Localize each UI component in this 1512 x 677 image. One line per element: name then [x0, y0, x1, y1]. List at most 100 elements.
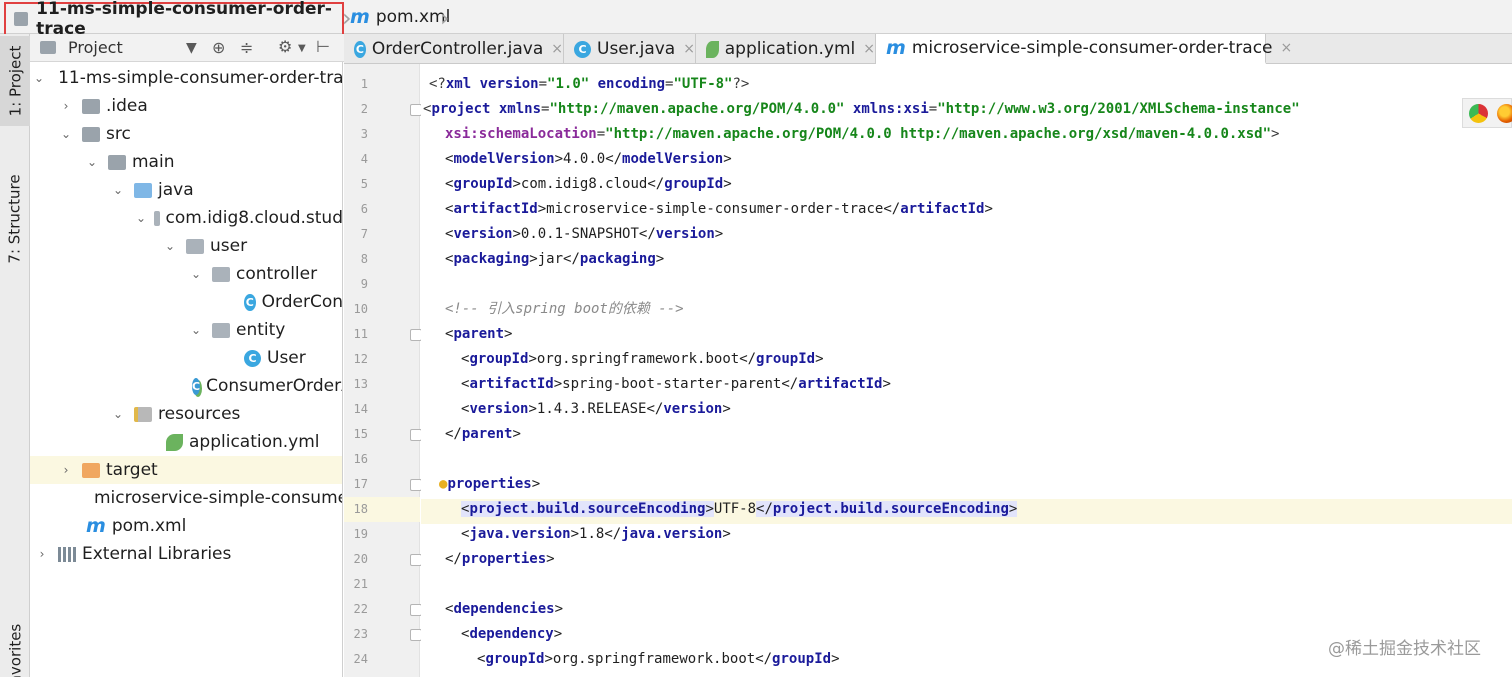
line-number: 23 [353, 627, 368, 641]
tree-item-application-class[interactable]: C ConsumerOrderA [30, 372, 342, 400]
collapsed-arrow-icon[interactable]: › [58, 463, 74, 477]
collapsed-arrow-icon[interactable]: › [34, 547, 50, 561]
tree-item-iml[interactable]: microservice-simple-consumer [30, 484, 342, 512]
expanded-arrow-icon[interactable]: ⌄ [110, 183, 126, 197]
line-number: 24 [353, 652, 368, 666]
view-dropdown-icon[interactable]: ▼ [186, 40, 197, 56]
class-icon: C [354, 40, 366, 58]
spring-yml-icon [166, 433, 183, 451]
breadcrumb-project[interactable]: 11-ms-simple-consumer-order-trace [4, 0, 344, 39]
project-panel-title[interactable]: Project [68, 38, 123, 57]
tree-item-controller[interactable]: ⌄ controller [30, 260, 342, 288]
code-line-15: </parent> [445, 426, 521, 442]
tree-item-main[interactable]: ⌄ main [30, 148, 342, 176]
line-number: 20 [353, 552, 368, 566]
expanded-arrow-icon[interactable]: ⌄ [84, 155, 100, 169]
code-line-23: <dependency> [461, 626, 563, 642]
expanded-arrow-icon[interactable]: ⌄ [110, 407, 126, 421]
tree-item-user-class[interactable]: C User [30, 344, 342, 372]
expanded-arrow-icon[interactable]: ⌄ [34, 71, 44, 85]
line-number: 14 [353, 402, 368, 416]
tree-item-module[interactable]: ⌄ 11-ms-simple-consumer-order-tra [30, 64, 342, 92]
scroll-from-source-icon[interactable]: ⊕ [212, 38, 225, 57]
tab-structure[interactable]: 7: Structure [0, 154, 30, 284]
tab-ordercontroller[interactable]: C OrderController.java × [344, 34, 564, 64]
line-number: 16 [353, 452, 368, 466]
open-in-browser-bar [1462, 98, 1512, 128]
collapse-all-icon[interactable]: ≑ [240, 38, 253, 57]
project-tree: ⌄ 11-ms-simple-consumer-order-tra › .ide… [30, 62, 343, 677]
spring-boot-class-icon: C [192, 377, 201, 395]
hide-panel-icon[interactable]: ⊢ [316, 37, 330, 56]
editor-tab-bar: C OrderController.java × C User.java × a… [344, 34, 1512, 64]
line-number: 7 [360, 227, 368, 241]
line-number: 6 [360, 202, 368, 216]
code-line-17: ●properties> [439, 476, 541, 492]
code-line-4: <modelVersion>4.0.0</modelVersion> [445, 151, 732, 167]
expanded-arrow-icon[interactable]: ⌄ [58, 127, 74, 141]
line-number: 18 [344, 497, 420, 522]
collapsed-arrow-icon[interactable]: › [58, 99, 74, 113]
line-number: 13 [353, 377, 368, 391]
tree-item-ordercontroller[interactable]: C OrderCon [30, 288, 342, 316]
close-icon[interactable]: × [863, 41, 875, 57]
tree-item-src[interactable]: ⌄ src [30, 120, 342, 148]
tab-project[interactable]: 1: Project [0, 36, 30, 126]
firefox-icon[interactable] [1497, 104, 1512, 123]
code-editor[interactable]: <?xml version="1.0" encoding="UTF-8"?> <… [421, 64, 1512, 677]
expanded-arrow-icon[interactable]: ⌄ [136, 211, 146, 225]
close-icon[interactable]: × [683, 41, 695, 57]
breadcrumb-file[interactable]: m pom.xml [350, 0, 450, 34]
project-view-icon [40, 41, 56, 54]
gear-icon[interactable]: ⚙ [278, 37, 292, 56]
expanded-arrow-icon[interactable]: ⌄ [188, 267, 204, 281]
tree-item-user[interactable]: ⌄ user [30, 232, 342, 260]
package-icon [212, 322, 230, 338]
maven-icon: m [886, 37, 906, 59]
gear-dropdown-icon[interactable]: ▼ [298, 43, 306, 54]
line-number: 5 [360, 177, 368, 191]
tree-item-application-yml[interactable]: application.yml [30, 428, 342, 456]
breadcrumb-separator-icon: › [440, 4, 450, 32]
line-number: 2 [360, 102, 368, 116]
code-line-10-comment: <!-- 引入spring boot的依赖 --> [445, 301, 684, 317]
code-line-2: <project xmlns="http://maven.apache.org/… [423, 101, 1300, 117]
tab-application-yml[interactable]: application.yml × [696, 34, 876, 64]
resources-folder-icon [134, 406, 152, 422]
class-icon: C [244, 293, 256, 311]
tree-item-pom[interactable]: m pom.xml [30, 512, 342, 540]
tree-item-external-libraries[interactable]: › External Libraries [30, 540, 342, 568]
chrome-icon[interactable] [1469, 104, 1488, 123]
tree-item-package[interactable]: ⌄ com.idig8.cloud.stud [30, 204, 342, 232]
line-number: 11 [353, 327, 368, 341]
tree-item-target[interactable]: › target [30, 456, 342, 484]
line-number: 10 [353, 302, 368, 316]
tab-favorites[interactable]: avorites [0, 624, 30, 677]
tree-item-resources[interactable]: ⌄ resources [30, 400, 342, 428]
line-number: 12 [353, 352, 368, 366]
code-line-24: <groupId>org.springframework.boot</group… [477, 651, 840, 667]
code-line-1: <?xml version="1.0" encoding="UTF-8"?> [429, 76, 750, 92]
package-icon [154, 210, 160, 226]
spring-yml-icon [706, 40, 719, 58]
line-number: 21 [353, 577, 368, 591]
navigation-bar: 11-ms-simple-consumer-order-trace › m po… [0, 0, 1512, 39]
code-line-11: <parent> [445, 326, 513, 342]
code-line-13: <artifactId>spring-boot-starter-parent</… [461, 376, 891, 392]
expanded-arrow-icon[interactable]: ⌄ [162, 239, 178, 253]
package-icon [212, 266, 230, 282]
package-icon [186, 238, 204, 254]
line-number: 3 [360, 127, 368, 141]
folder-icon [82, 126, 100, 142]
tool-window-strip: 1: Project 7: Structure avorites [0, 34, 30, 677]
close-icon[interactable]: × [1281, 40, 1293, 56]
tree-item-java[interactable]: ⌄ java [30, 176, 342, 204]
expanded-arrow-icon[interactable]: ⌄ [188, 323, 204, 337]
tree-item-entity[interactable]: ⌄ entity [30, 316, 342, 344]
tab-user[interactable]: C User.java × [564, 34, 696, 64]
close-icon[interactable]: × [551, 41, 563, 57]
maven-icon: m [86, 515, 106, 537]
tab-pom-active[interactable]: m microservice-simple-consumer-order-tra… [876, 34, 1292, 64]
line-number: 17 [353, 477, 368, 491]
tree-item-idea[interactable]: › .idea [30, 92, 342, 120]
